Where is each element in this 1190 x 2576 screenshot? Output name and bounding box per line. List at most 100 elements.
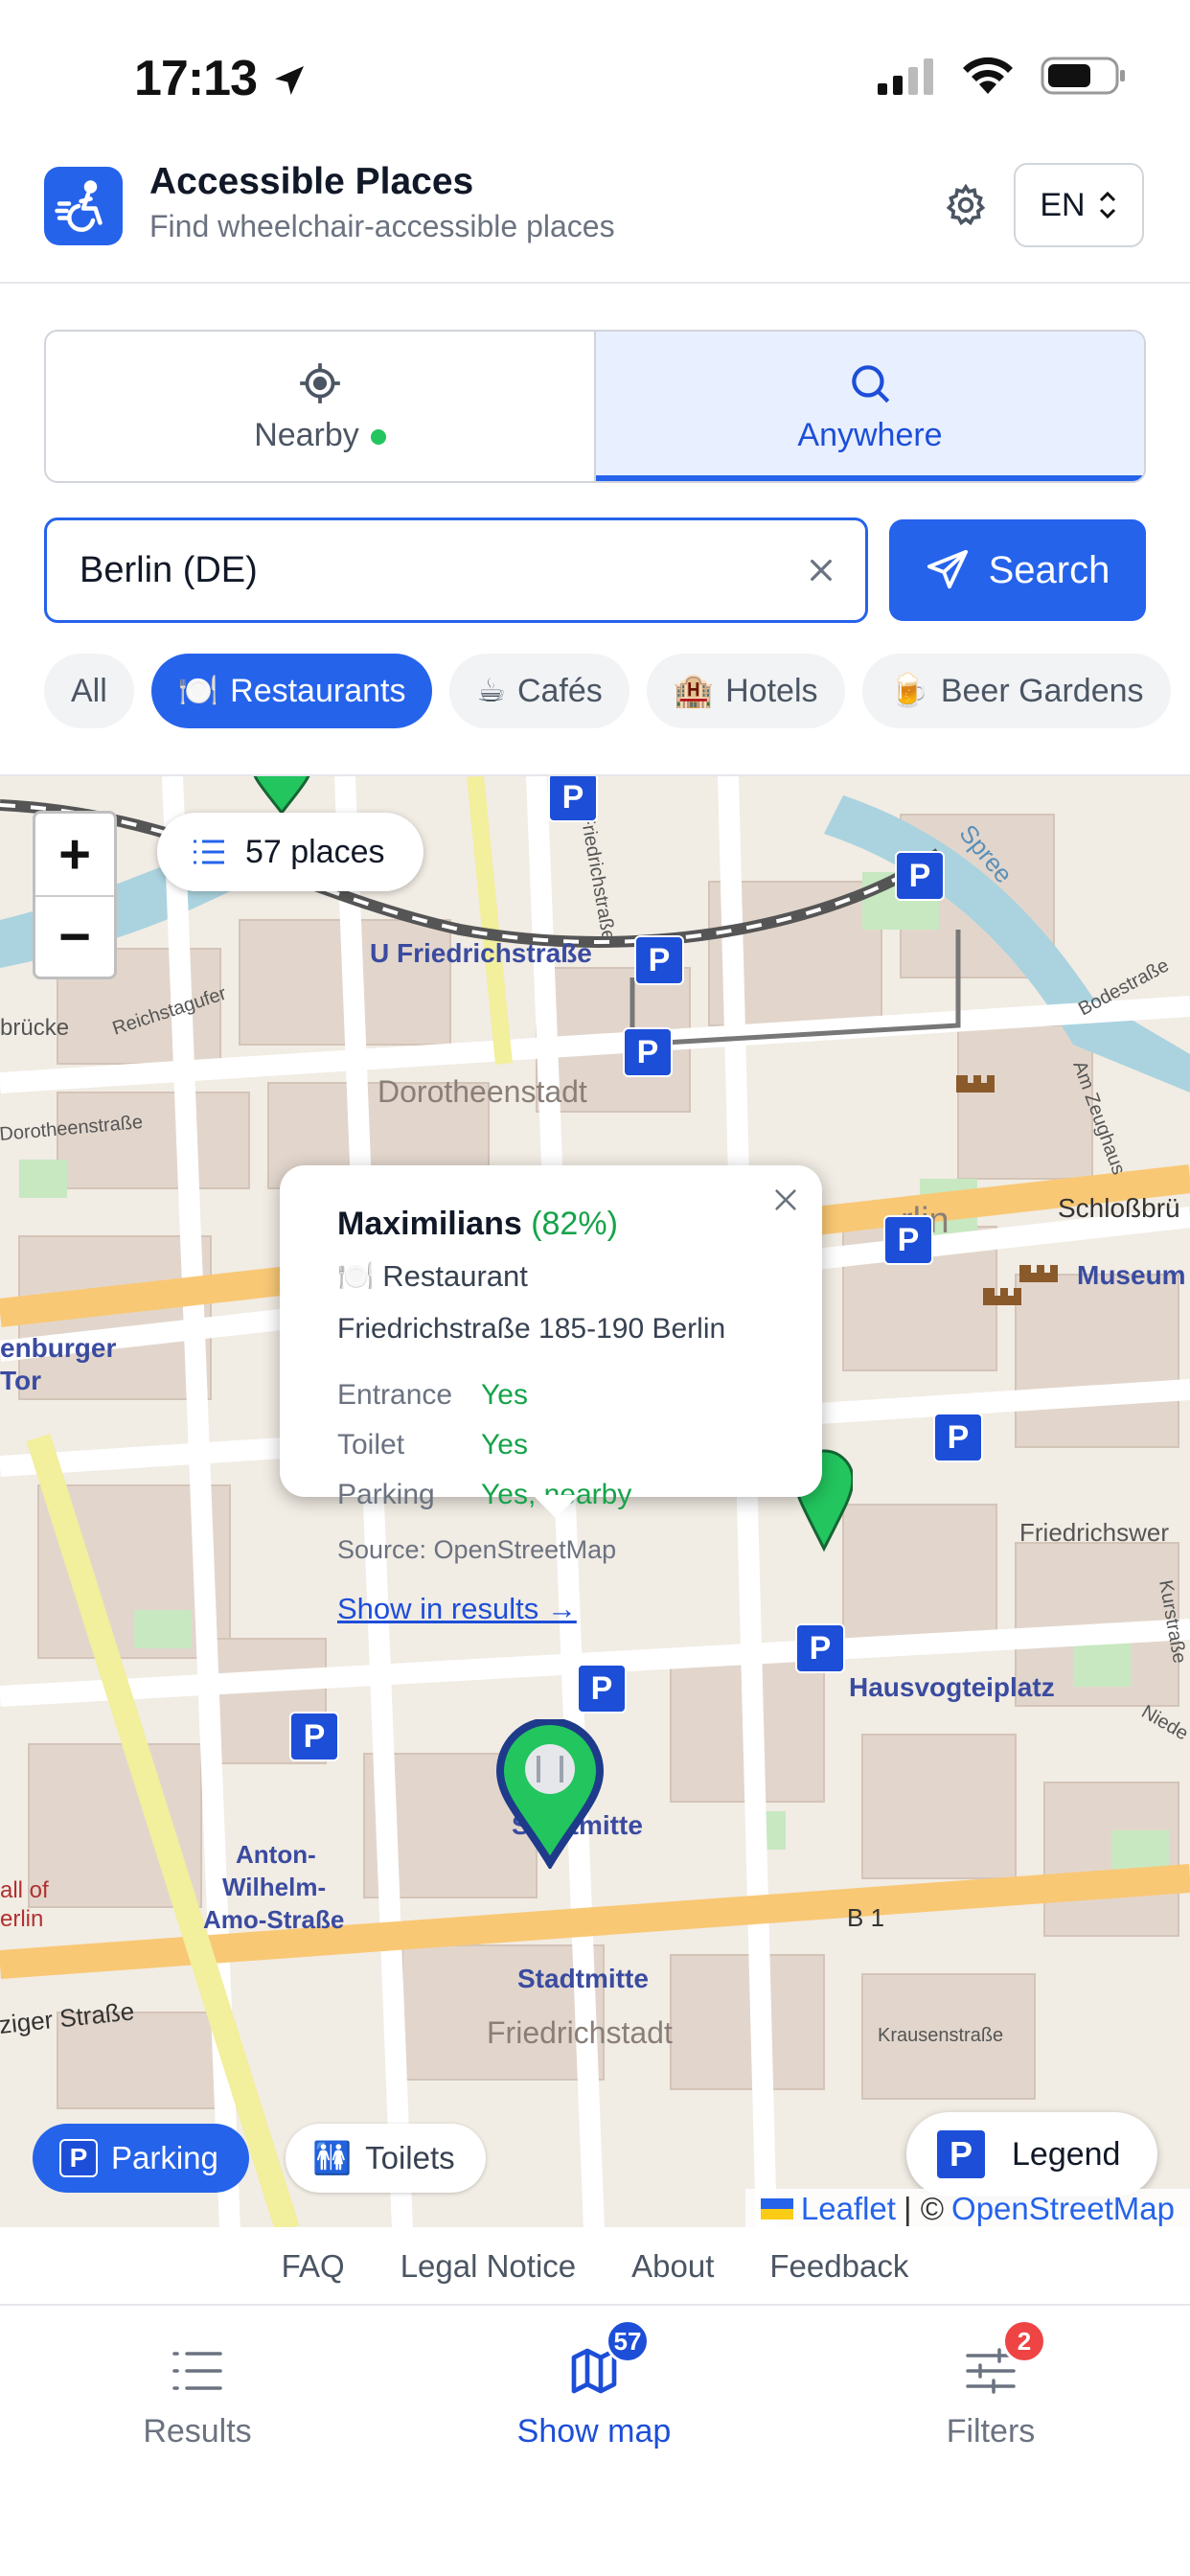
battery-icon xyxy=(1041,57,1125,95)
category-label: Restaurant xyxy=(382,1259,528,1293)
legal-notice-link[interactable]: Legal Notice xyxy=(400,2248,576,2285)
list-icon xyxy=(194,840,224,864)
places-count-button[interactable]: 57 places xyxy=(157,813,423,891)
parking-toggle-label: Parking xyxy=(111,2140,218,2175)
parking-toggle[interactable]: P Parking xyxy=(33,2124,249,2193)
place-popup: Maximilians (82%) 🍽️ Restaurant Friedric… xyxy=(280,1165,822,1625)
label-friedrichswerder: Friedrichswer xyxy=(1019,1518,1169,1547)
filters-count-badge: 2 xyxy=(1002,2319,1046,2363)
search-box xyxy=(44,518,868,623)
map-count-badge: 57 xyxy=(606,2319,650,2363)
status-time: 17:13 xyxy=(134,51,258,106)
chip-cafes-label: Cafés xyxy=(516,672,603,709)
nav-show-map[interactable]: 57 Show map xyxy=(450,2319,738,2450)
label-b1: B 1 xyxy=(847,1903,884,1932)
parking-marker[interactable]: P xyxy=(795,1623,845,1673)
map-icon: 57 xyxy=(565,2319,650,2400)
label-mall-1: all of xyxy=(0,1877,49,1903)
label-brandenburger: enburger xyxy=(0,1333,116,1363)
plate-icon: 🍽️ xyxy=(337,1259,375,1293)
chip-all-label: All xyxy=(71,672,107,709)
category-chips: All 🍽️ Restaurants ☕ Cafés 🏨 Hotels 🍺 Beer G… xyxy=(44,654,1190,730)
detail-key: Toilet xyxy=(337,1429,405,1460)
search-button-label: Search xyxy=(988,548,1110,591)
chip-hotels[interactable]: 🏨 Hotels xyxy=(646,654,845,728)
label-hausvogteiplatz: Hausvogteiplatz xyxy=(849,1672,1055,1702)
legend-button[interactable]: P Legend xyxy=(906,2112,1157,2196)
parking-marker[interactable]: P xyxy=(548,776,598,822)
selected-place-marker[interactable] xyxy=(494,1719,606,1869)
mode-tabs: Nearby Anywhere xyxy=(44,330,1146,483)
signal-icon xyxy=(878,58,933,95)
parking-marker[interactable]: P xyxy=(623,1027,673,1077)
label-mall-2: erlin xyxy=(0,1906,43,1932)
tab-nearby[interactable]: Nearby xyxy=(46,332,594,481)
parking-marker[interactable]: P xyxy=(895,851,945,901)
detail-value: Yes, nearby xyxy=(481,1479,632,1510)
detail-key: Parking xyxy=(337,1479,435,1510)
chip-cafes[interactable]: ☕ Cafés xyxy=(449,654,629,728)
feedback-link[interactable]: Feedback xyxy=(769,2248,908,2285)
zoom-control: + − xyxy=(33,811,117,979)
nav-results[interactable]: Results xyxy=(54,2342,341,2450)
zoom-out-button[interactable]: − xyxy=(35,895,114,977)
clear-search-button[interactable] xyxy=(798,547,844,593)
map[interactable]: U Friedrichstraße Dorotheenstadt Dorothe… xyxy=(0,774,1190,2227)
toilets-toggle[interactable]: 🚻 Toilets xyxy=(286,2124,486,2193)
parking-marker[interactable]: P xyxy=(883,1215,933,1265)
popup-close-button[interactable] xyxy=(765,1179,807,1221)
toilet-icon: 🚻 xyxy=(312,2139,353,2175)
status-icons xyxy=(876,56,1127,96)
toilets-toggle-label: Toilets xyxy=(365,2140,455,2175)
parking-marker[interactable]: P xyxy=(634,935,684,985)
label-museum: Museum xyxy=(1077,1260,1186,1290)
popup-source: Source: OpenStreetMap xyxy=(337,1535,617,1564)
nav-show-map-label: Show map xyxy=(516,2413,672,2450)
label-anton-wilhelm-1: Anton- xyxy=(236,1840,316,1869)
gear-icon xyxy=(946,183,986,226)
place-marker[interactable] xyxy=(243,774,320,815)
chip-restaurants[interactable]: 🍽️ Restaurants xyxy=(150,654,433,728)
tab-anywhere[interactable]: Anywhere xyxy=(594,332,1144,481)
show-in-results-link[interactable]: Show in results → xyxy=(337,1592,577,1626)
label-bruecke: brücke xyxy=(0,1015,69,1041)
about-link[interactable]: About xyxy=(631,2248,714,2285)
label-dorotheenstadt: Dorotheenstadt xyxy=(378,1074,587,1109)
places-count: 57 places xyxy=(245,833,385,870)
location-arrow-icon xyxy=(275,66,304,95)
language-select[interactable]: EN xyxy=(1014,163,1144,247)
label-krausenstrasse: Krausenstraße xyxy=(878,2025,1003,2046)
popup-title: Maximilians (82%) xyxy=(337,1206,822,1243)
faq-link[interactable]: FAQ xyxy=(282,2248,345,2285)
openstreetmap-link[interactable]: OpenStreetMap xyxy=(951,2191,1175,2227)
chevron-updown-icon xyxy=(1099,191,1115,219)
leaflet-link[interactable]: Leaflet xyxy=(801,2191,896,2227)
detail-value: Yes xyxy=(481,1379,528,1411)
chip-all[interactable]: All xyxy=(44,654,134,728)
list-icon xyxy=(169,2342,226,2400)
parking-marker[interactable]: P xyxy=(289,1712,339,1761)
detail-key: Entrance xyxy=(337,1379,453,1411)
hotel-icon: 🏨 xyxy=(673,673,715,709)
plate-icon: 🍽️ xyxy=(177,673,219,709)
detail-row: Entrance Yes xyxy=(337,1370,822,1420)
tab-nearby-label: Nearby xyxy=(254,416,359,453)
label-schlossbruecke: Schloßbrü xyxy=(1058,1193,1180,1223)
app-header: Accessible Places Find wheelchair-access… xyxy=(0,144,1190,284)
parking-marker[interactable]: P xyxy=(577,1664,627,1714)
search-input[interactable] xyxy=(80,520,750,620)
parking-marker[interactable]: P xyxy=(933,1413,983,1462)
status-bar: 17:13 xyxy=(0,0,1190,144)
popup-category: 🍽️ Restaurant xyxy=(337,1258,822,1294)
zoom-in-button[interactable]: + xyxy=(35,814,114,895)
crosshair-icon xyxy=(300,362,340,403)
app-title: Accessible Places xyxy=(149,161,474,202)
chip-beer-gardens[interactable]: 🍺 Beer Gardens xyxy=(861,654,1171,728)
search-button[interactable]: Search xyxy=(889,519,1146,621)
label-tor: Tor xyxy=(0,1366,41,1395)
wheelchair-logo-icon xyxy=(44,167,123,245)
label-friedrichstrasse-vertical: Friedrichstraße xyxy=(576,812,619,942)
label-stadtmitte: Stadtmitte xyxy=(517,1964,649,1993)
settings-button[interactable] xyxy=(939,178,993,232)
nav-filters[interactable]: 2 Filters xyxy=(847,2319,1134,2450)
